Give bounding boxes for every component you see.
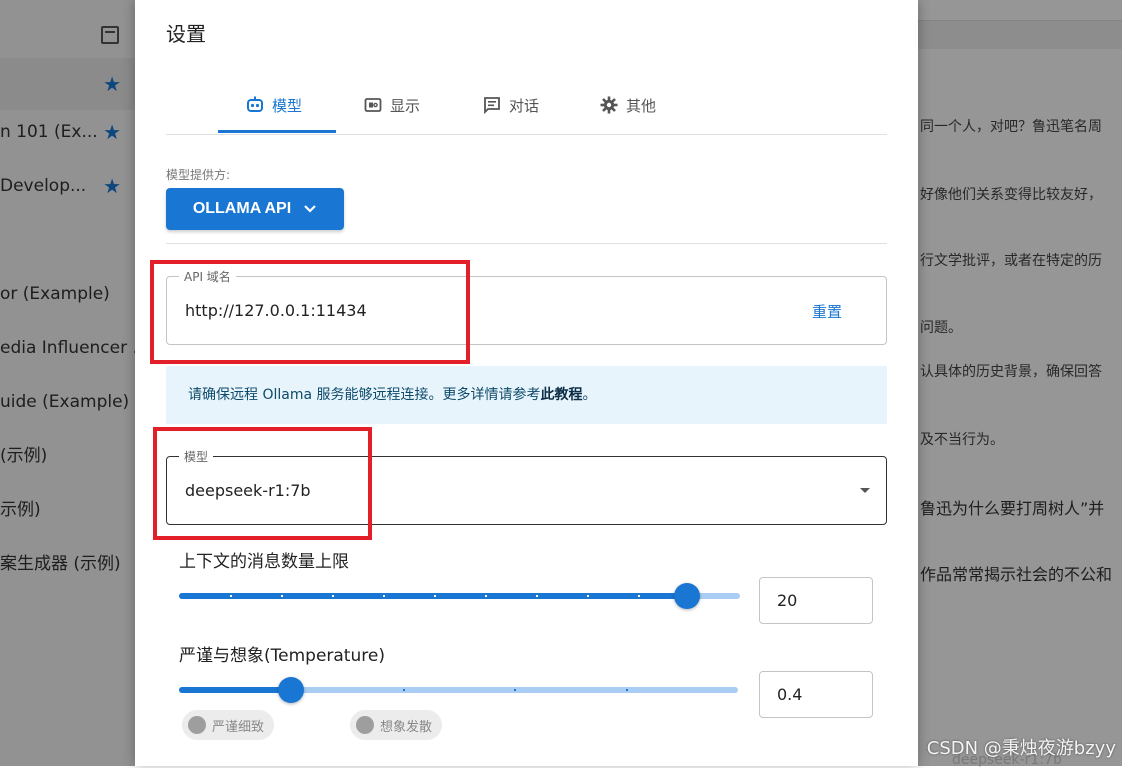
slider-tick bbox=[402, 689, 405, 691]
chat-icon bbox=[484, 97, 500, 114]
slider-tick bbox=[514, 689, 517, 691]
slider-tick bbox=[587, 595, 589, 597]
rigorous-icon bbox=[188, 716, 206, 734]
chip-rigorous[interactable]: 严谨细致 bbox=[182, 710, 275, 740]
context-slider-thumb[interactable] bbox=[673, 583, 700, 609]
tab-model-label: 模型 bbox=[272, 96, 303, 115]
dialog-title: 设置 bbox=[166, 22, 206, 46]
chip-imaginative[interactable]: 想象发散 bbox=[350, 710, 443, 740]
temperature-slider-track[interactable] bbox=[179, 687, 738, 693]
settings-tabs: 模型 显示 对话 其他 bbox=[166, 78, 887, 135]
tab-chat[interactable]: 对话 bbox=[483, 78, 539, 132]
info-alert: 请确保远程 Ollama 服务能够远程连接。更多详情请参考此教程。 bbox=[166, 366, 887, 424]
slider-tick bbox=[332, 595, 334, 597]
provider-select-button[interactable]: OLLAMA API bbox=[166, 188, 344, 230]
chat-text-line: 及不当行为。 bbox=[920, 432, 1004, 448]
chip-rigorous-label: 严谨细致 bbox=[212, 719, 265, 735]
temperature-label: 严谨与想象(Temperature) bbox=[179, 646, 385, 666]
chat-text-line: 认具体的历史背景，确保回答 bbox=[920, 364, 1102, 380]
temperature-slider-fill bbox=[179, 687, 291, 693]
dropdown-arrow-icon bbox=[860, 488, 870, 493]
active-tab-indicator bbox=[218, 130, 336, 133]
tab-chat-label: 对话 bbox=[509, 96, 540, 115]
star-icon[interactable]: ★ bbox=[103, 106, 121, 158]
settings-dialog: 设置 模型 显示 对话 其他 模型提供方: OLLAMA API API 域名 … bbox=[135, 0, 918, 766]
sidebar-item[interactable]: n 101 (Ex... ★ bbox=[0, 106, 135, 158]
sidebar-item-label: (示例) bbox=[0, 446, 48, 466]
star-icon[interactable]: ★ bbox=[103, 58, 121, 110]
tab-display-label: 显示 bbox=[390, 96, 421, 115]
display-icon bbox=[364, 98, 382, 112]
sidebar-item-label: Develop... bbox=[0, 176, 87, 196]
sidebar-item-label: 示例) bbox=[0, 500, 41, 520]
context-slider-track[interactable] bbox=[179, 593, 740, 599]
tab-other-label: 其他 bbox=[626, 96, 657, 115]
chat-text-line: 鲁迅为什么要打周树人”并 bbox=[920, 499, 1105, 518]
chat-text-line: 好像他们关系变得比较友好， bbox=[920, 187, 1102, 203]
tab-other[interactable]: 其他 bbox=[600, 78, 656, 132]
info-end: 。 bbox=[582, 387, 597, 403]
context-limit-label: 上下文的消息数量上限 bbox=[179, 552, 349, 572]
provider-value: OLLAMA API bbox=[192, 200, 292, 217]
background-chat: 同一个人，对吧？鲁迅笔名周 好像他们关系变得比较友好， 行文学批评，或者在特定的历问… bbox=[918, 0, 1122, 766]
chat-text-line: 同一个人，对吧？鲁迅笔名周 bbox=[920, 119, 1102, 135]
slider-tick bbox=[281, 595, 283, 597]
sidebar-item[interactable]: uide (Example) bbox=[0, 376, 135, 428]
slider-tick bbox=[536, 595, 538, 597]
chevron-down-icon bbox=[304, 205, 316, 213]
robot-icon bbox=[247, 96, 263, 112]
lightbulb-icon bbox=[356, 716, 374, 734]
sidebar-item[interactable]: 示例) bbox=[0, 484, 135, 536]
sidebar-item[interactable]: edia Influencer ... bbox=[0, 322, 135, 374]
section-divider bbox=[166, 243, 887, 244]
slider-tick bbox=[383, 595, 385, 597]
sidebar-item[interactable]: 案生成器 (示例) bbox=[0, 538, 135, 590]
background-chat-header bbox=[918, 20, 1122, 49]
sidebar-item-label: or (Example) bbox=[0, 284, 110, 304]
context-slider-fill bbox=[179, 593, 687, 599]
tutorial-link[interactable]: 此教程 bbox=[541, 387, 583, 403]
slider-tick bbox=[638, 595, 640, 597]
sidebar-item[interactable] bbox=[0, 214, 135, 266]
slider-tick bbox=[230, 595, 232, 597]
slider-tick bbox=[626, 689, 629, 691]
archive-icon[interactable] bbox=[101, 26, 119, 44]
background-sidebar: ★ n 101 (Ex... ★ Develop... ★ or (Example) ed… bbox=[0, 0, 135, 766]
chip-imaginative-label: 想象发散 bbox=[380, 719, 433, 735]
provider-label: 模型提供方: bbox=[166, 168, 231, 182]
watermark: CSDN @秉烛夜游bzyy bbox=[926, 738, 1116, 759]
slider-tick bbox=[434, 595, 436, 597]
tab-display[interactable]: 显示 bbox=[364, 78, 420, 132]
sidebar-item[interactable]: or (Example) bbox=[0, 268, 135, 320]
info-text: 请确保远程 Ollama 服务能够远程连接。更多详情请参考 bbox=[188, 387, 541, 403]
tab-model[interactable]: 模型 bbox=[246, 78, 302, 132]
sidebar-item-label: edia Influencer ... bbox=[0, 338, 135, 358]
sidebar-item[interactable]: Develop... ★ bbox=[0, 160, 135, 212]
highlight-box-model bbox=[153, 427, 372, 540]
temperature-slider-thumb[interactable] bbox=[277, 677, 304, 703]
sidebar-item-label: 案生成器 (示例) bbox=[0, 554, 121, 574]
star-icon[interactable]: ★ bbox=[103, 160, 121, 212]
sidebar-item[interactable]: ★ bbox=[0, 58, 135, 110]
chat-text-line: 作品常常揭示社会的不公和 bbox=[920, 565, 1113, 584]
highlight-box-api-host bbox=[150, 260, 470, 364]
reset-button[interactable]: 重置 bbox=[812, 301, 842, 322]
temperature-input[interactable]: 0.4 bbox=[759, 671, 873, 718]
chat-text-line: 问题。 bbox=[920, 320, 962, 336]
slider-tick bbox=[485, 595, 487, 597]
gear-icon bbox=[600, 96, 618, 114]
sidebar-item-label: n 101 (Ex... bbox=[0, 122, 98, 142]
sidebar-item[interactable]: (示例) bbox=[0, 430, 135, 482]
context-limit-input[interactable]: 20 bbox=[759, 577, 873, 624]
sidebar-item-label: uide (Example) bbox=[0, 392, 130, 412]
chat-text-line: 行文学批评，或者在特定的历 bbox=[920, 253, 1102, 269]
